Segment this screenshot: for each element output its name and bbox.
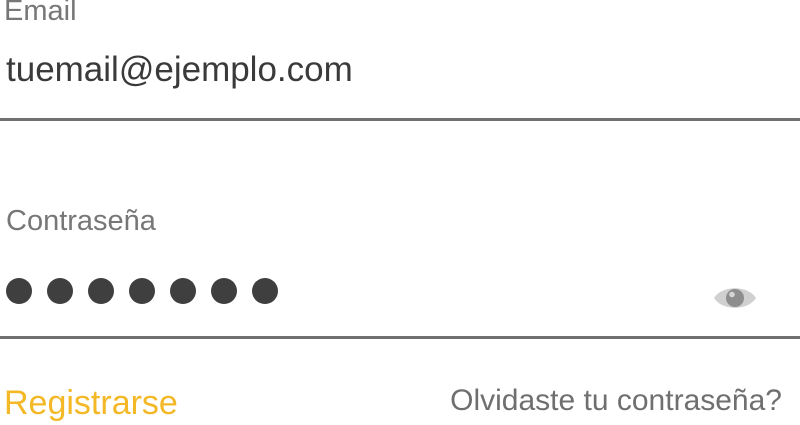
show-password-toggle[interactable] xyxy=(712,281,758,315)
password-mask-dot xyxy=(252,278,278,304)
eye-icon xyxy=(714,288,756,308)
register-link[interactable]: Registrarse xyxy=(4,386,178,420)
email-underline xyxy=(0,118,800,121)
password-field[interactable] xyxy=(6,278,293,304)
password-mask-dot xyxy=(170,278,196,304)
email-field[interactable]: tuemail@ejemplo.com xyxy=(6,52,353,87)
password-mask-dot xyxy=(129,278,155,304)
password-label: Contraseña xyxy=(6,205,156,237)
password-mask-dot xyxy=(88,278,114,304)
password-mask-dot xyxy=(6,278,32,304)
password-mask-dot xyxy=(211,278,237,304)
password-underline xyxy=(0,336,800,339)
login-form: Email tuemail@ejemplo.com Contraseña Reg… xyxy=(0,0,800,425)
email-label: Email xyxy=(4,0,77,27)
password-mask-dot xyxy=(47,278,73,304)
forgot-password-link[interactable]: Olvidaste tu contraseña? xyxy=(450,386,782,416)
